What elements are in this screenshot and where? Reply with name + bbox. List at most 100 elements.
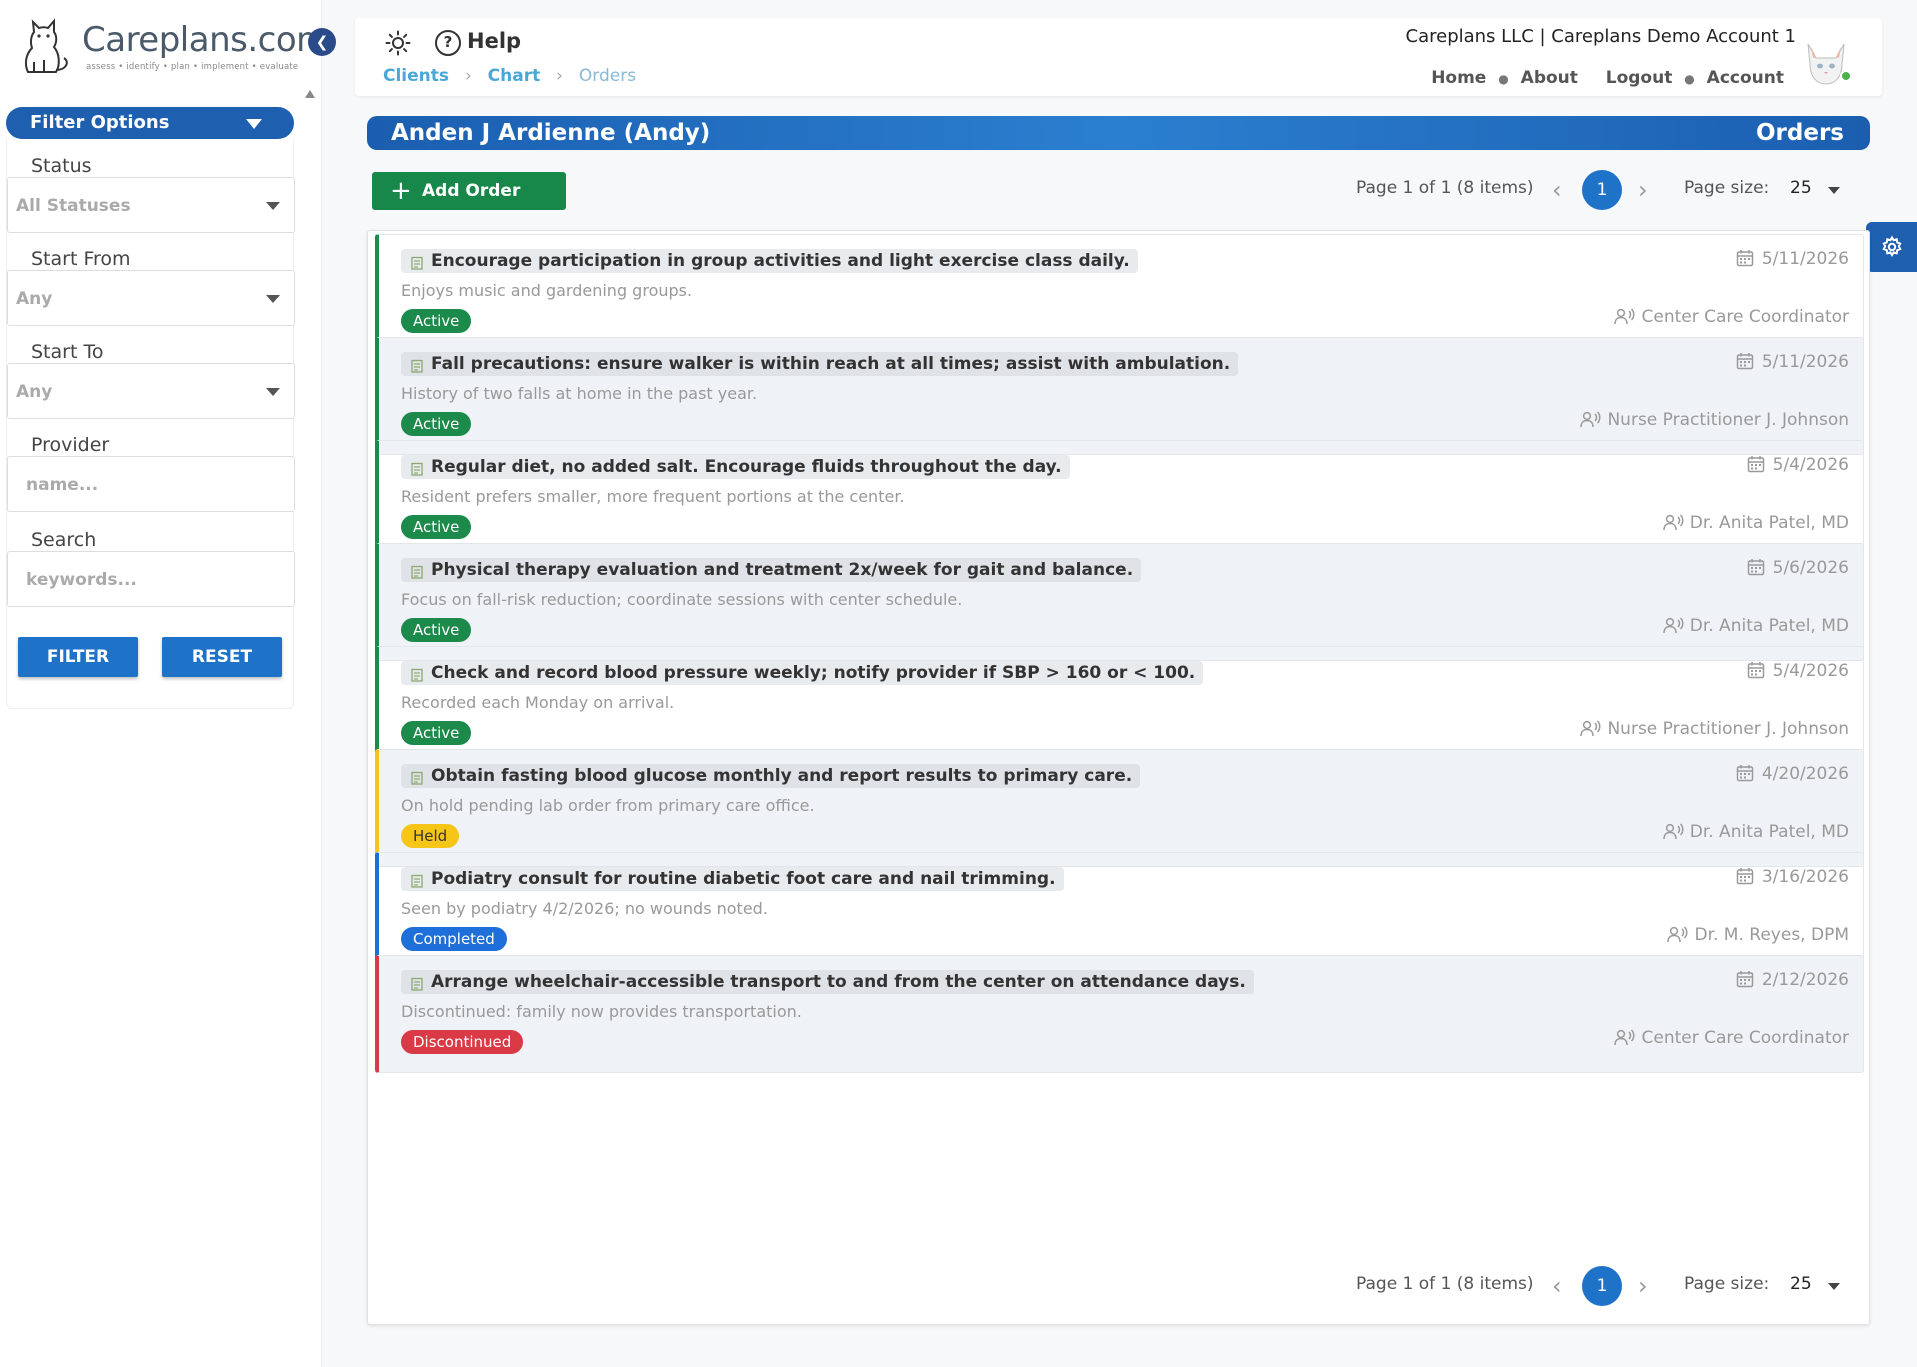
- link-separator: ●: [1684, 72, 1695, 86]
- order-note: Enjoys music and gardening groups.: [401, 281, 693, 300]
- pagination-top: Page 1 of 1 (8 items) ‹ 1 › Page size: 2…: [1356, 170, 1846, 210]
- page-1-button[interactable]: 1: [1582, 170, 1622, 210]
- document-icon: [411, 770, 424, 785]
- breadcrumb-clients[interactable]: Clients: [383, 66, 449, 86]
- help-link[interactable]: Help: [467, 29, 521, 53]
- document-icon: [411, 667, 424, 682]
- order-title[interactable]: Arrange wheelchair-accessible transport …: [401, 970, 1254, 994]
- order-note: Discontinued: family now provides transp…: [401, 1002, 802, 1021]
- order-title[interactable]: Regular diet, no added salt. Encourage f…: [401, 455, 1070, 479]
- order-title-text: Encourage participation in group activit…: [431, 251, 1130, 271]
- sun-theme-toggle-icon[interactable]: [385, 30, 411, 56]
- order-card[interactable]: Encourage participation in group activit…: [375, 234, 1864, 352]
- start-to-select[interactable]: Any: [7, 363, 295, 419]
- filter-options-header[interactable]: Filter Options: [6, 107, 294, 139]
- order-provider-text: Dr. Anita Patel, MD: [1689, 513, 1849, 533]
- chevron-right-icon[interactable]: ›: [1638, 1272, 1648, 1300]
- order-provider: Dr. Anita Patel, MD: [1662, 616, 1849, 639]
- breadcrumb-orders: Orders: [578, 66, 637, 86]
- order-title-text: Arrange wheelchair-accessible transport …: [431, 972, 1246, 992]
- brand-tagline: assess • identify • plan • implement • e…: [86, 62, 299, 72]
- calendar-icon: [1736, 764, 1754, 787]
- start-to-value: Any: [16, 382, 53, 402]
- document-icon: [411, 255, 424, 270]
- filter-button[interactable]: FILTER: [18, 637, 138, 677]
- account-link[interactable]: Account: [1707, 68, 1784, 88]
- page-size-label: Page size:: [1684, 178, 1770, 198]
- settings-tab[interactable]: [1866, 222, 1917, 272]
- dropdown-arrow-icon: [266, 295, 280, 303]
- order-date: 3/16/2026: [1736, 867, 1849, 890]
- order-card[interactable]: Podiatry consult for routine diabetic fo…: [375, 852, 1864, 970]
- page-1-button[interactable]: 1: [1582, 1266, 1622, 1306]
- home-link[interactable]: Home: [1431, 68, 1486, 88]
- page-size-dropdown-icon[interactable]: [1828, 187, 1840, 194]
- provider-icon: [1662, 513, 1684, 536]
- orders-list: Encourage participation in group activit…: [367, 230, 1870, 1325]
- order-date-text: 2/12/2026: [1761, 970, 1849, 990]
- order-date-text: 5/6/2026: [1772, 558, 1849, 578]
- order-date-text: 5/4/2026: [1772, 661, 1849, 681]
- order-provider: Dr. Anita Patel, MD: [1662, 513, 1849, 536]
- document-icon: [411, 564, 424, 579]
- provider-icon: [1662, 822, 1684, 845]
- provider-input[interactable]: name...: [7, 456, 295, 512]
- calendar-icon: [1747, 661, 1765, 684]
- cat-logo-icon: [24, 18, 68, 73]
- order-card[interactable]: Physical therapy evaluation and treatmen…: [375, 543, 1864, 661]
- add-order-button[interactable]: + Add Order: [372, 172, 566, 210]
- order-card[interactable]: Check and record blood pressure weekly; …: [375, 646, 1864, 764]
- about-link[interactable]: About: [1521, 68, 1578, 88]
- filter-panel: Status All Statuses Start From Any Start…: [6, 139, 295, 709]
- order-title[interactable]: Physical therapy evaluation and treatmen…: [401, 558, 1142, 582]
- order-provider-text: Center Care Coordinator: [1641, 307, 1849, 327]
- caret-down-icon: [246, 119, 262, 129]
- order-title[interactable]: Obtain fasting blood glucose monthly and…: [401, 764, 1141, 788]
- dropdown-arrow-icon: [266, 388, 280, 396]
- order-title[interactable]: Fall precautions: ensure walker is withi…: [401, 352, 1239, 376]
- order-provider: Nurse Practitioner J. Johnson: [1579, 410, 1849, 433]
- chevron-left-icon[interactable]: ‹: [1552, 1272, 1562, 1300]
- careplans-logo[interactable]: Careplans.com assess • identify • plan •…: [14, 14, 329, 76]
- start-from-value: Any: [16, 289, 53, 309]
- order-title-text: Physical therapy evaluation and treatmen…: [431, 560, 1134, 580]
- order-date: 2/12/2026: [1736, 970, 1849, 993]
- order-card[interactable]: Regular diet, no added salt. Encourage f…: [375, 440, 1864, 558]
- dropdown-arrow-icon: [266, 202, 280, 210]
- order-title[interactable]: Encourage participation in group activit…: [401, 249, 1138, 273]
- page-size-value[interactable]: 25: [1790, 178, 1812, 198]
- order-title[interactable]: Check and record blood pressure weekly; …: [401, 661, 1204, 685]
- order-card[interactable]: Arrange wheelchair-accessible transport …: [375, 955, 1864, 1073]
- order-date-text: 4/20/2026: [1761, 764, 1849, 784]
- order-note: Resident prefers smaller, more frequent …: [401, 487, 905, 506]
- provider-label: Provider: [25, 434, 116, 456]
- account-name: Careplans LLC | Careplans Demo Account 1: [1405, 26, 1796, 47]
- order-provider: Center Care Coordinator: [1613, 307, 1849, 330]
- order-provider-text: Center Care Coordinator: [1641, 1028, 1849, 1048]
- order-title[interactable]: Podiatry consult for routine diabetic fo…: [401, 867, 1064, 891]
- help-icon[interactable]: ?: [435, 30, 461, 56]
- order-card[interactable]: Fall precautions: ensure walker is withi…: [375, 337, 1864, 455]
- order-date-text: 5/11/2026: [1761, 352, 1849, 372]
- top-bar: ? Help Clients › Chart › Orders Careplan…: [355, 18, 1882, 96]
- start-from-select[interactable]: Any: [7, 270, 295, 326]
- breadcrumb-chart[interactable]: Chart: [488, 66, 541, 86]
- scroll-up-arrow-icon[interactable]: [305, 90, 315, 98]
- order-note: Seen by podiatry 4/2/2026; no wounds not…: [401, 899, 768, 918]
- chevron-right-icon[interactable]: ›: [1638, 176, 1648, 204]
- start-from-label: Start From: [25, 248, 137, 270]
- collapse-sidebar-button[interactable]: ❮: [308, 28, 336, 56]
- search-input[interactable]: keywords...: [7, 551, 295, 607]
- status-select[interactable]: All Statuses: [7, 177, 295, 233]
- document-icon: [411, 873, 424, 888]
- calendar-icon: [1736, 249, 1754, 272]
- logout-link[interactable]: Logout: [1606, 68, 1673, 88]
- order-card[interactable]: Obtain fasting blood glucose monthly and…: [375, 749, 1864, 867]
- chevron-left-icon[interactable]: ‹: [1552, 176, 1562, 204]
- page-size-value[interactable]: 25: [1790, 1274, 1812, 1294]
- page-size-dropdown-icon[interactable]: [1828, 1283, 1840, 1290]
- reset-button[interactable]: RESET: [162, 637, 282, 677]
- order-title-text: Fall precautions: ensure walker is withi…: [431, 354, 1231, 374]
- status-badge: Active: [401, 309, 472, 333]
- provider-icon: [1662, 616, 1684, 639]
